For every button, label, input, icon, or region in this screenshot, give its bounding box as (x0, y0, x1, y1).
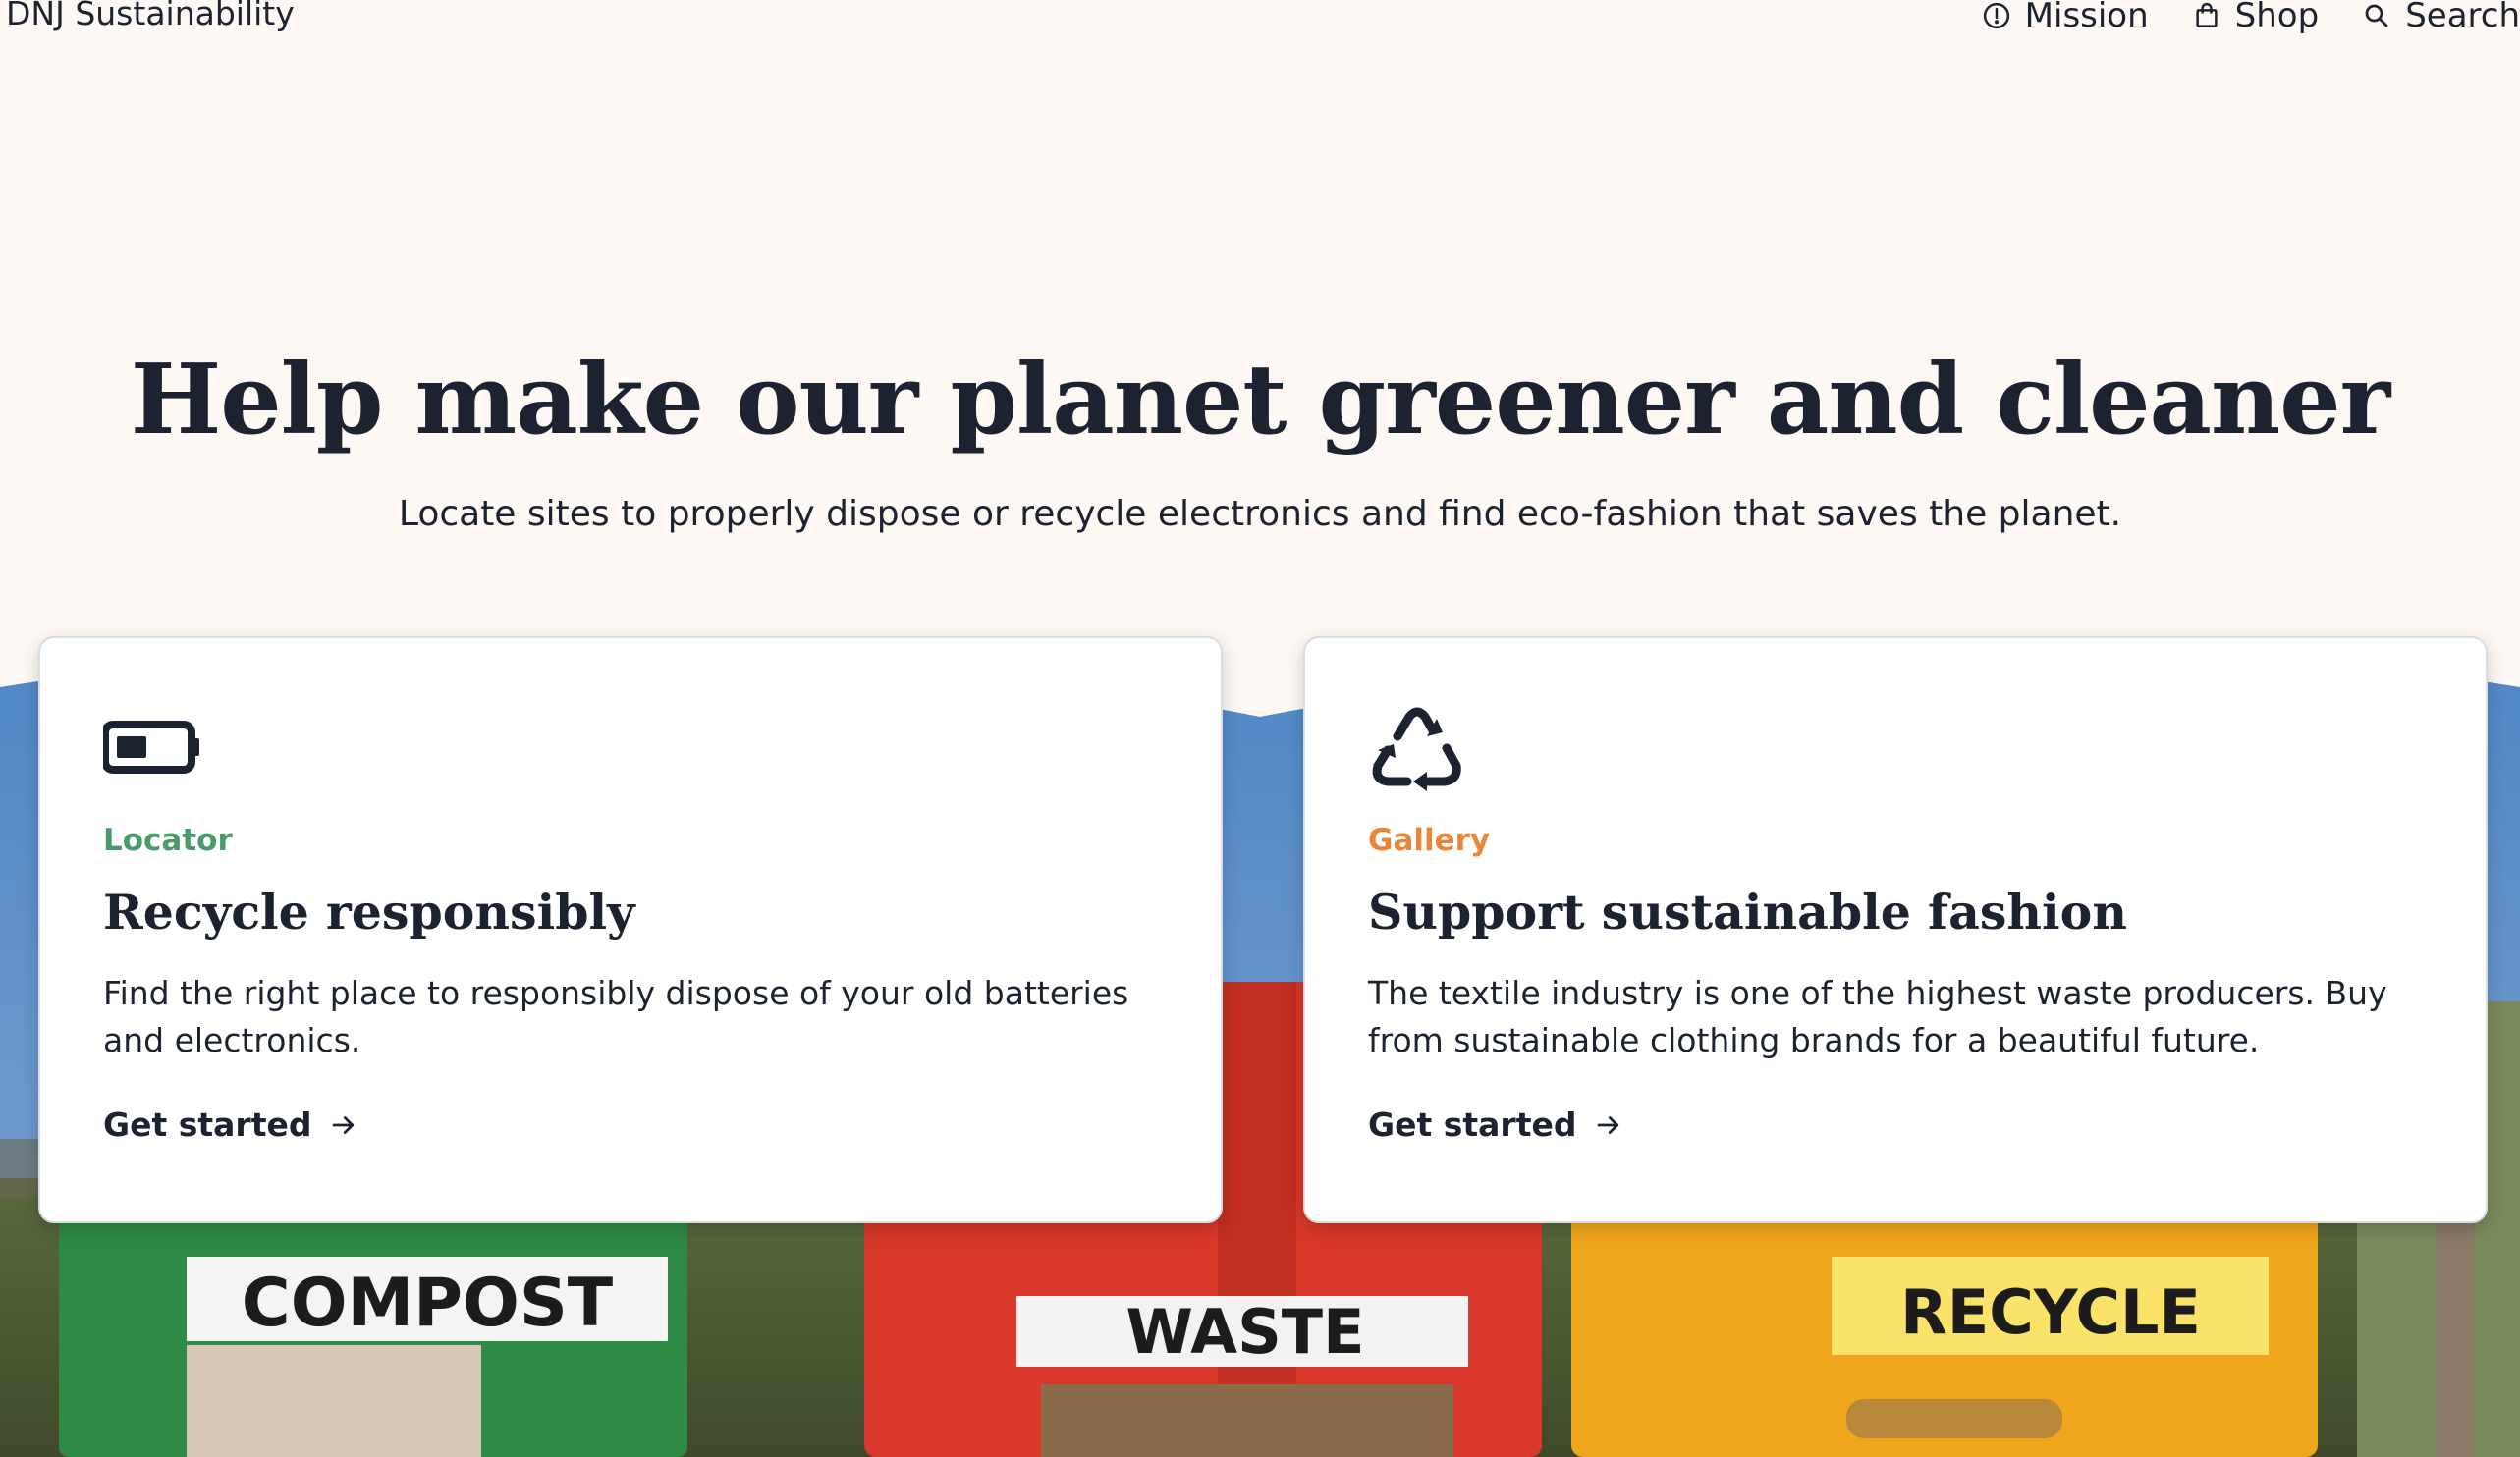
site-header: DNJ Sustainability Mission Shop Search (0, 0, 2520, 59)
card-title-sustainable-fashion: Support sustainable fashion (1368, 884, 2127, 941)
gallery-card[interactable]: Gallery Support sustainable fashion The … (1303, 636, 2488, 1223)
nav-mission-label: Mission (2024, 0, 2149, 35)
get-started-link-locator[interactable]: Get started (103, 1106, 358, 1144)
card-description: The textile industry is one of the highe… (1368, 974, 2387, 1059)
hero-subtitle: Locate sites to properly dispose or recy… (398, 494, 2122, 534)
recycle-bin-label: RECYCLE (1900, 1276, 2201, 1348)
get-started-label: Get started (103, 1106, 312, 1144)
nav-search-label: Search (2405, 0, 2520, 35)
get-started-label: Get started (1368, 1106, 1577, 1144)
waste-bin-label: WASTE (1126, 1296, 1365, 1368)
compost-bin-label: COMPOST (242, 1265, 614, 1342)
get-started-link-gallery[interactable]: Get started (1368, 1106, 1623, 1144)
arrow-right-icon (333, 1115, 355, 1134)
main-nav: Mission Shop Search (1982, 0, 2520, 35)
shopping-bag-icon (2196, 2, 2218, 27)
recycle-icon (1372, 707, 1461, 791)
nav-search-link[interactable]: Search (2362, 0, 2520, 35)
nav-shop-link[interactable]: Shop (2192, 0, 2320, 35)
card-eyebrow-locator: Locator (103, 823, 233, 858)
card-eyebrow-gallery: Gallery (1368, 823, 1491, 858)
nav-mission-link[interactable]: Mission (1982, 0, 2149, 35)
locator-card[interactable]: Locator Recycle responsibly Find the rig… (38, 636, 1223, 1223)
card-title-recycle-responsibly: Recycle responsibly (103, 884, 635, 941)
nav-shop-label: Shop (2234, 0, 2320, 35)
card-description: Find the right place to responsibly disp… (103, 974, 1129, 1059)
page: DNJ Sustainability Mission Shop Search H… (0, 0, 2520, 1457)
hero-title: Help make our planet greener and cleaner (130, 344, 2391, 457)
brand-logo-text[interactable]: DNJ Sustainability (6, 0, 295, 32)
search-icon (2365, 4, 2388, 27)
battery-low-icon (103, 721, 199, 774)
arrow-right-icon (1598, 1115, 1619, 1134)
info-circle-icon (1983, 2, 2009, 29)
